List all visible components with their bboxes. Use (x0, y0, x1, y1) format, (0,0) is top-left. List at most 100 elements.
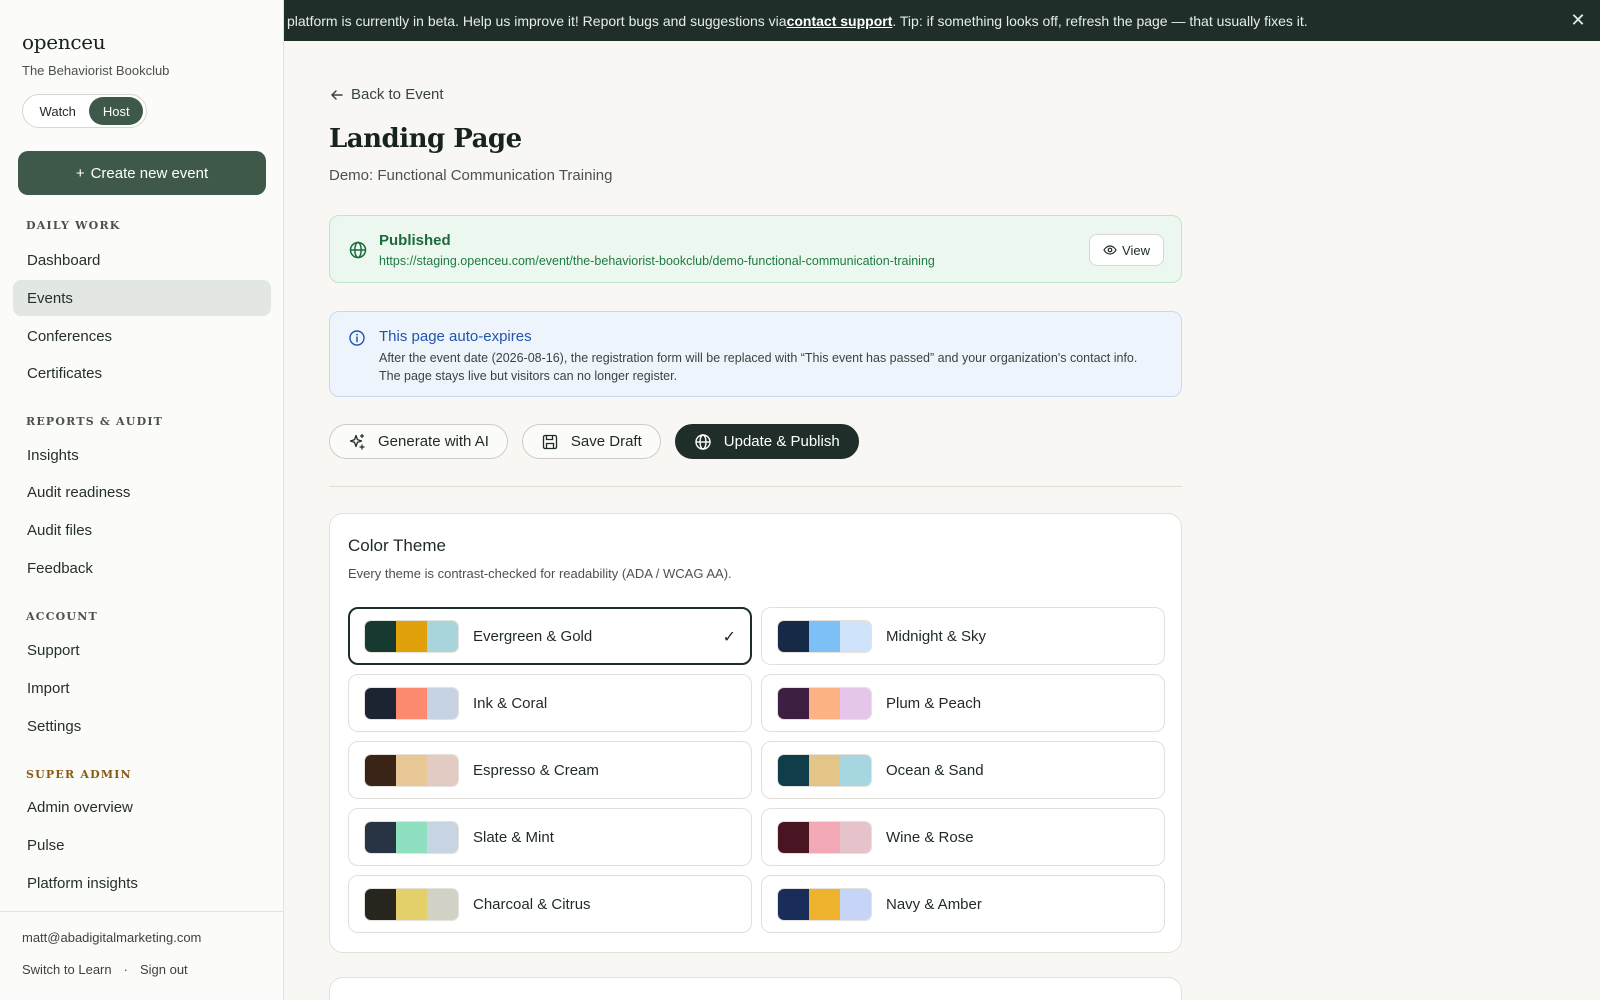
theme-option-label: Evergreen & Gold (473, 627, 593, 645)
globe-icon (349, 241, 367, 259)
theme-option-evergreen-and-gold[interactable]: Evergreen & Gold ✓ (348, 607, 752, 665)
view-button[interactable]: View (1089, 234, 1164, 266)
update-publish-label: Update & Publish (723, 433, 840, 450)
theme-swatches (364, 820, 459, 854)
nav-item-platform-insights[interactable]: Platform insights (13, 865, 271, 901)
nav-item-pulse[interactable]: Pulse (13, 827, 271, 863)
mode-toggle: Watch Host (22, 94, 147, 128)
banner-text-before: platform is currently in beta. Help us i… (287, 12, 787, 29)
swatch-color (396, 687, 427, 719)
nav-item-audit-readiness[interactable]: Audit readiness (13, 474, 271, 510)
back-to-event-label: Back to Event (351, 86, 444, 103)
nav-item-support[interactable]: Support (13, 632, 271, 668)
theme-option-label: Espresso & Cream (473, 761, 599, 779)
contact-support-link[interactable]: contact support (787, 13, 893, 29)
section-reports-audit: REPORTS & AUDIT (26, 415, 164, 428)
view-label: View (1122, 242, 1150, 258)
swatch-color (365, 620, 396, 652)
swatch-color (778, 620, 809, 652)
theme-option-ink-and-coral[interactable]: Ink & Coral (348, 674, 752, 732)
nav-item-import[interactable]: Import (13, 670, 271, 706)
nav-item-certificates[interactable]: Certificates (13, 355, 271, 391)
back-to-event-link[interactable]: Back to Event (329, 86, 444, 103)
generate-with-ai-button[interactable]: Generate with AI (329, 424, 508, 459)
section-divider (329, 486, 1182, 487)
theme-option-label: Midnight & Sky (886, 627, 987, 645)
org-name: The Behaviorist Bookclub (22, 63, 170, 78)
create-event-button[interactable]: + Create new event (18, 151, 266, 195)
save-draft-label: Save Draft (570, 433, 642, 450)
save-draft-button[interactable]: Save Draft (521, 424, 661, 459)
sign-out-link[interactable]: Sign out (140, 962, 188, 977)
published-url[interactable]: https://staging.openceu.com/event/the-be… (379, 254, 935, 268)
theme-option-slate-and-mint[interactable]: Slate & Mint (348, 808, 752, 866)
swatch-color (365, 888, 396, 920)
color-theme-title: Color Theme (348, 536, 446, 555)
swatch-color (840, 821, 871, 853)
mode-watch-button[interactable]: Watch (26, 97, 89, 125)
swatch-color (396, 888, 427, 920)
brand-logo[interactable]: openceu (22, 30, 106, 54)
swatch-color (809, 687, 840, 719)
theme-swatches (777, 686, 872, 720)
swatch-color (427, 620, 458, 652)
banner-text-after: . Tip: if something looks off, refresh t… (892, 12, 1308, 29)
swatch-color (778, 888, 809, 920)
swatch-color (778, 754, 809, 786)
swatch-color (365, 821, 396, 853)
swatch-color (840, 620, 871, 652)
swatch-color (840, 687, 871, 719)
theme-option-navy-and-amber[interactable]: Navy & Amber (761, 875, 1165, 933)
nav-item-insights[interactable]: Insights (13, 437, 271, 473)
swatch-color (840, 754, 871, 786)
swatch-color (778, 687, 809, 719)
nav-item-conferences[interactable]: Conferences (13, 318, 271, 354)
nav-item-feedback[interactable]: Feedback (13, 550, 271, 586)
nav-item-audit-files[interactable]: Audit files (13, 512, 271, 548)
swatch-color (778, 821, 809, 853)
theme-options-grid: Evergreen & Gold ✓ Midnight & Sky Ink & Cor… (348, 607, 1165, 933)
mode-host-button[interactable]: Host (89, 97, 143, 125)
theme-option-wine-and-rose[interactable]: Wine & Rose (761, 808, 1165, 866)
page-subtitle: Demo: Functional Communication Training (329, 167, 613, 184)
generate-label: Generate with AI (378, 433, 489, 450)
checkmark-icon: ✓ (722, 629, 736, 646)
beta-banner: platform is currently in beta. Help us i… (284, 0, 1600, 41)
swatch-color (427, 821, 458, 853)
switch-to-learn-link[interactable]: Switch to Learn (22, 962, 112, 977)
theme-option-plum-and-peach[interactable]: Plum & Peach (761, 674, 1165, 732)
floppy-disk-icon (542, 434, 558, 449)
nav-item-admin-overview[interactable]: Admin overview (13, 789, 271, 825)
nav-item-dashboard[interactable]: Dashboard (13, 242, 271, 278)
footer-separator: · (123, 962, 128, 977)
swatch-color (396, 821, 427, 853)
nav-item-events[interactable]: Events (13, 280, 271, 316)
theme-option-charcoal-and-citrus[interactable]: Charcoal & Citrus (348, 875, 752, 933)
theme-option-label: Slate & Mint (473, 828, 554, 846)
page-title: Landing Page (329, 124, 522, 154)
info-body: After the event date (2026-08-16), the r… (379, 351, 1138, 383)
close-icon[interactable]: ✕ (1568, 10, 1588, 30)
arrow-left-icon (331, 89, 343, 100)
theme-swatches (364, 619, 459, 653)
theme-option-ocean-and-sand[interactable]: Ocean & Sand (761, 741, 1165, 799)
theme-swatches (777, 753, 872, 787)
swatch-color (365, 687, 396, 719)
swatch-color (427, 754, 458, 786)
info-title: This page auto-expires (379, 328, 532, 345)
swatch-color (427, 888, 458, 920)
next-section-card (329, 977, 1182, 1000)
theme-option-label: Plum & Peach (886, 694, 982, 712)
theme-option-midnight-and-sky[interactable]: Midnight & Sky (761, 607, 1165, 665)
theme-option-espresso-and-cream[interactable]: Espresso & Cream (348, 741, 752, 799)
plus-icon: + (75, 164, 85, 182)
status-title: Published (379, 232, 451, 249)
section-daily-work: DAILY WORK (26, 219, 121, 232)
auto-expire-info-card: This page auto-expires After the event d… (329, 311, 1182, 397)
nav-item-settings[interactable]: Settings (13, 708, 271, 744)
theme-swatches (777, 887, 872, 921)
update-publish-button[interactable]: Update & Publish (674, 424, 859, 459)
swatch-color (396, 620, 427, 652)
section-account: ACCOUNT (26, 610, 98, 623)
published-status-card: Published https://staging.openceu.com/ev… (329, 215, 1182, 283)
